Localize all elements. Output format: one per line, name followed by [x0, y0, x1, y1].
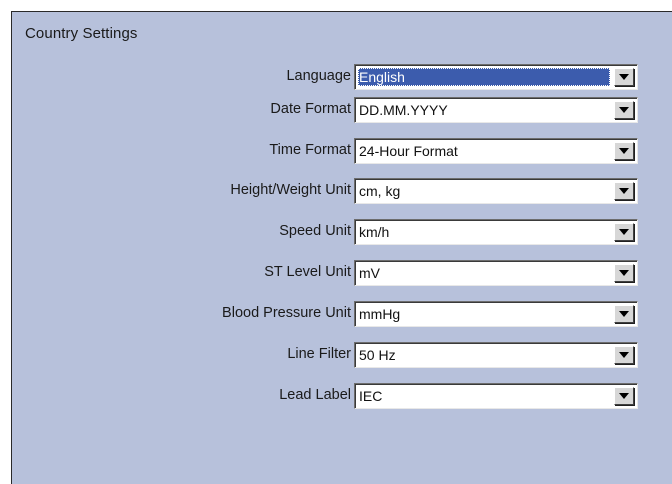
language-dropdown-button[interactable]: [614, 68, 634, 86]
setting-row-time-format: Time Format 24-Hour Format: [12, 138, 672, 164]
time-format-select[interactable]: 24-Hour Format: [354, 138, 638, 164]
st-level-unit-label: ST Level Unit: [264, 264, 351, 280]
chevron-down-icon: [619, 107, 629, 113]
speed-unit-value: km/h: [359, 224, 390, 240]
line-filter-value: 50 Hz: [359, 347, 396, 363]
chevron-down-icon: [619, 148, 629, 154]
st-level-unit-value: mV: [359, 265, 380, 281]
chevron-down-icon: [619, 74, 629, 80]
setting-row-speed-unit: Speed Unit km/h: [12, 219, 672, 245]
height-weight-unit-value: cm, kg: [359, 183, 401, 199]
setting-row-st-level-unit: ST Level Unit mV: [12, 260, 672, 286]
chevron-down-icon: [619, 270, 629, 276]
lead-label-select[interactable]: IEC: [354, 383, 638, 409]
chevron-down-icon: [619, 393, 629, 399]
language-value: English: [358, 68, 610, 86]
chevron-down-icon: [619, 352, 629, 358]
speed-unit-dropdown-button[interactable]: [614, 223, 634, 241]
time-format-label: Time Format: [269, 142, 351, 158]
setting-row-height-weight-unit: Height/Weight Unit cm, kg: [12, 178, 672, 204]
date-format-select[interactable]: DD.MM.YYYY: [354, 97, 638, 123]
setting-row-lead-label: Lead Label IEC: [12, 383, 672, 409]
setting-row-language: Language English: [12, 64, 672, 90]
st-level-unit-dropdown-button[interactable]: [614, 264, 634, 282]
chevron-down-icon: [619, 311, 629, 317]
time-format-value: 24-Hour Format: [359, 143, 458, 159]
time-format-dropdown-button[interactable]: [614, 142, 634, 160]
language-select[interactable]: English: [354, 64, 638, 90]
line-filter-dropdown-button[interactable]: [614, 346, 634, 364]
lead-label-label: Lead Label: [279, 387, 351, 403]
speed-unit-label: Speed Unit: [279, 223, 351, 239]
lead-label-dropdown-button[interactable]: [614, 387, 634, 405]
blood-pressure-unit-dropdown-button[interactable]: [614, 305, 634, 323]
setting-row-date-format: Date Format DD.MM.YYYY: [12, 97, 672, 123]
date-format-label: Date Format: [270, 101, 351, 117]
panel-title: Country Settings: [25, 25, 138, 42]
setting-row-line-filter: Line Filter 50 Hz: [12, 342, 672, 368]
height-weight-unit-select[interactable]: cm, kg: [354, 178, 638, 204]
lead-label-value: IEC: [359, 388, 383, 404]
country-settings-panel: Country Settings Language English Date F…: [11, 11, 672, 484]
line-filter-select[interactable]: 50 Hz: [354, 342, 638, 368]
date-format-dropdown-button[interactable]: [614, 101, 634, 119]
date-format-value: DD.MM.YYYY: [359, 102, 448, 118]
blood-pressure-unit-value: mmHg: [359, 306, 401, 322]
st-level-unit-select[interactable]: mV: [354, 260, 638, 286]
language-label: Language: [286, 68, 351, 84]
setting-row-blood-pressure-unit: Blood Pressure Unit mmHg: [12, 301, 672, 327]
chevron-down-icon: [619, 188, 629, 194]
blood-pressure-unit-select[interactable]: mmHg: [354, 301, 638, 327]
speed-unit-select[interactable]: km/h: [354, 219, 638, 245]
height-weight-unit-label: Height/Weight Unit: [230, 182, 351, 198]
blood-pressure-unit-label: Blood Pressure Unit: [222, 305, 351, 321]
chevron-down-icon: [619, 229, 629, 235]
height-weight-unit-dropdown-button[interactable]: [614, 182, 634, 200]
line-filter-label: Line Filter: [287, 346, 351, 362]
